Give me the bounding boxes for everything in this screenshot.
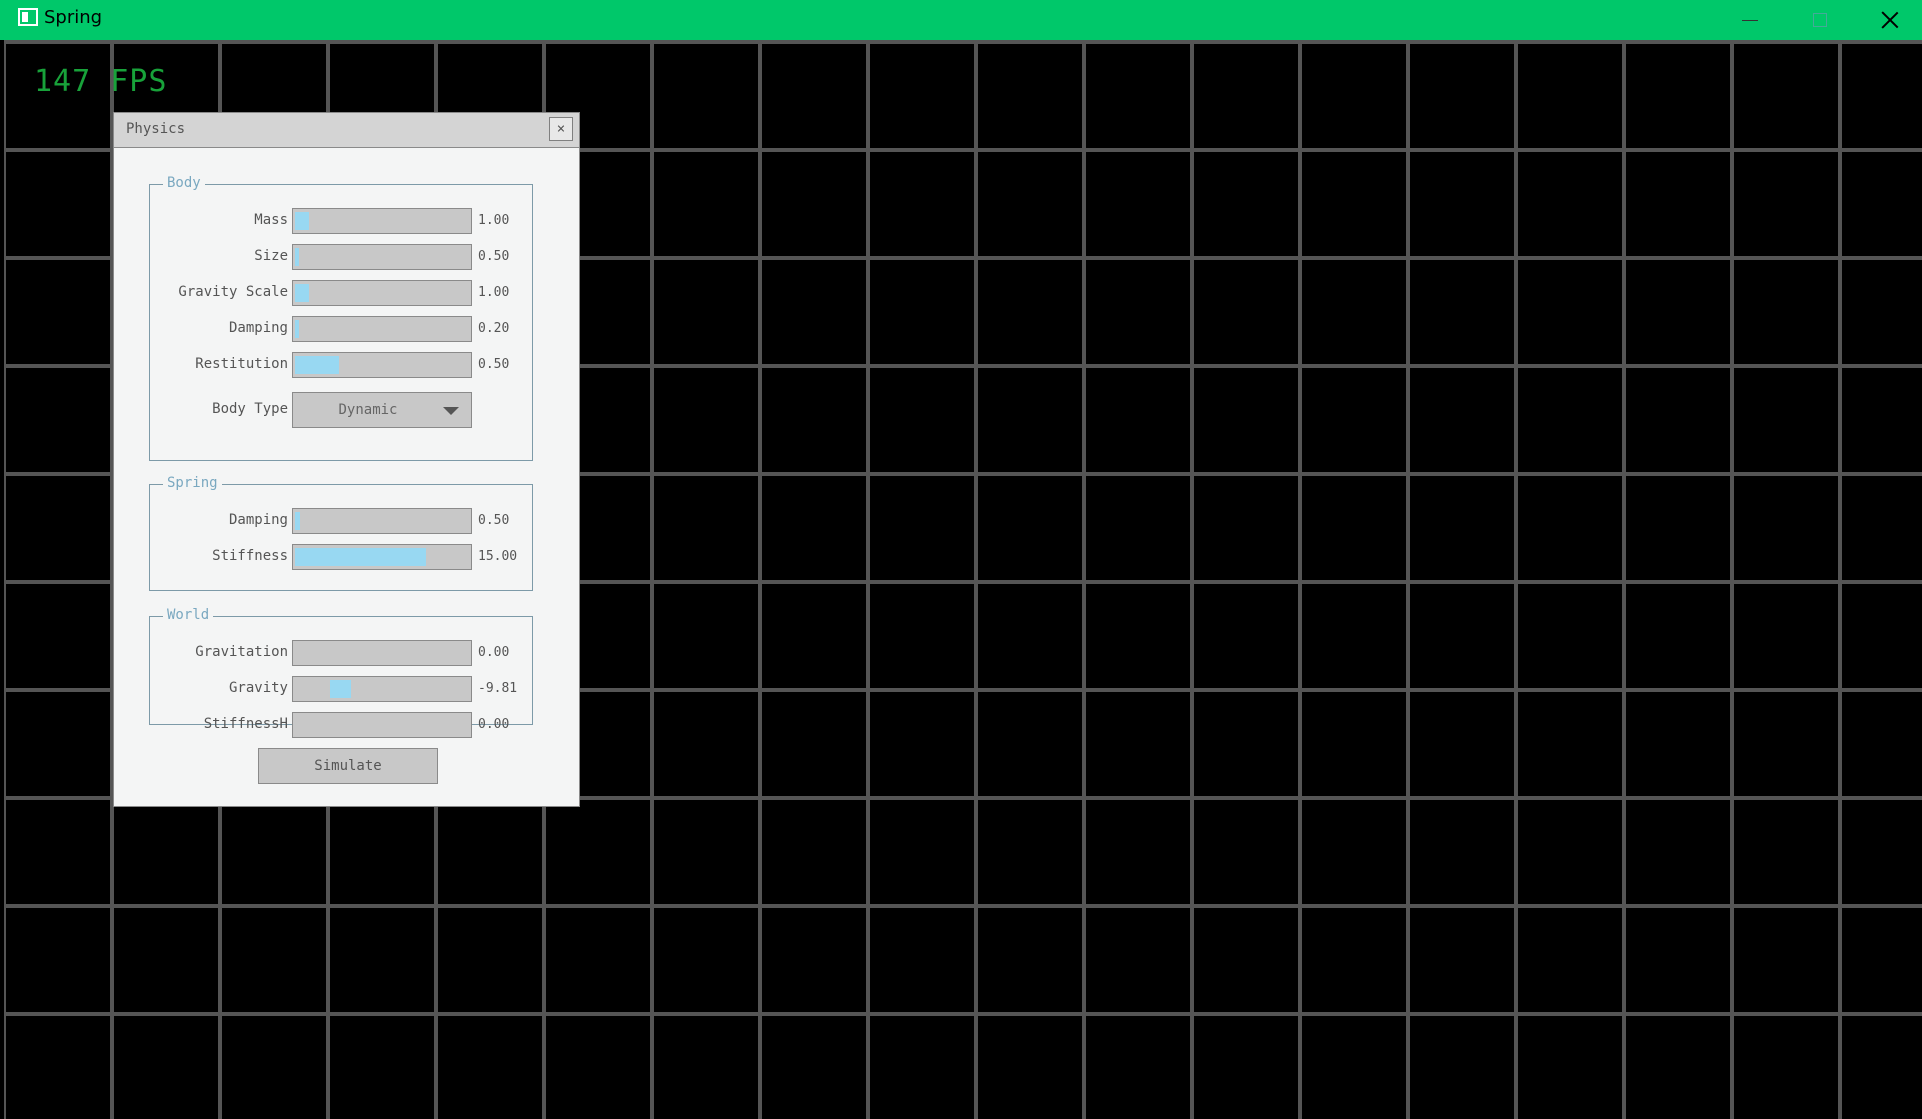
slider-fill [295, 284, 309, 302]
slider-value: 0.50 [478, 357, 510, 372]
group-label-world: World [163, 607, 214, 623]
panel-header[interactable]: Physics × [114, 113, 579, 148]
group-label-spring: Spring [163, 475, 222, 491]
maximize-button[interactable] [1785, 0, 1855, 40]
body-row-restitution: Restitution 0.50 [150, 352, 534, 378]
spring-stiffness-slider[interactable] [292, 544, 472, 570]
group-body: Body Mass 1.00 Size 0.50 Gravity Scale 1.00 Da… [149, 175, 534, 461]
slider-label: Stiffness [212, 548, 288, 564]
slider-value: 0.50 [478, 249, 510, 264]
world-gravity-slider[interactable] [292, 676, 472, 702]
slider-label: Gravity Scale [178, 284, 288, 300]
body-type-dropdown[interactable]: Dynamic [292, 392, 472, 428]
slider-value: 15.00 [478, 549, 518, 564]
slider-value: 0.50 [478, 513, 510, 528]
slider-label: Size [254, 248, 288, 264]
window-titlebar[interactable]: Spring [0, 0, 1922, 40]
body-row-damping: Damping 0.20 [150, 316, 534, 342]
slider-value: 0.20 [478, 321, 510, 336]
chevron-down-icon [443, 407, 459, 415]
body-type-value: Dynamic [338, 402, 398, 418]
slider-label: Gravitation [195, 644, 288, 660]
slider-label: Damping [228, 512, 288, 528]
minimize-icon [1742, 19, 1758, 21]
window-close-button[interactable] [1855, 0, 1922, 40]
slider-fill [295, 212, 309, 230]
spring-row-damping: Damping 0.50 [150, 508, 534, 534]
slider-label: Damping [228, 320, 288, 336]
slider-label: StiffnessH [203, 716, 288, 732]
panel-close-button[interactable]: × [549, 117, 573, 141]
body-row-size: Size 0.50 [150, 244, 534, 270]
slider-label: Mass [254, 212, 288, 228]
window-title: Spring [44, 7, 103, 28]
body-mass-slider[interactable] [292, 208, 472, 234]
slider-fill [295, 320, 299, 338]
slider-value: 0.00 [478, 645, 510, 660]
close-icon [1881, 11, 1899, 29]
spring-row-stiffness: Stiffness 15.00 [150, 544, 534, 570]
slider-value: -9.81 [478, 681, 518, 696]
close-icon: × [556, 121, 566, 137]
minimize-button[interactable] [1715, 0, 1785, 40]
group-label-body: Body [163, 175, 205, 191]
body-row-gravity-scale: Gravity Scale 1.00 [150, 280, 534, 306]
body-gravity-scale-slider[interactable] [292, 280, 472, 306]
slider-fill [295, 548, 426, 566]
body-restitution-slider[interactable] [292, 352, 472, 378]
panel-title: Physics [126, 121, 186, 137]
app-icon [18, 8, 38, 26]
world-row-gravitation: Gravitation 0.00 [150, 640, 534, 666]
slider-label: Gravity [228, 680, 288, 696]
body-type-row: Body Type Dynamic [150, 392, 534, 428]
group-spring: Spring Damping 0.50 Stiffness 15.00 [149, 475, 534, 591]
world-gravitation-slider[interactable] [292, 640, 472, 666]
body-damping-slider[interactable] [292, 316, 472, 342]
slider-value: 1.00 [478, 285, 510, 300]
world-stiffnessh-slider[interactable] [292, 712, 472, 738]
slider-value: 1.00 [478, 213, 510, 228]
slider-label: Restitution [195, 356, 288, 372]
slider-fill [329, 680, 351, 698]
spring-damping-slider[interactable] [292, 508, 472, 534]
world-row-stiffnessh: StiffnessH 0.00 [150, 712, 534, 738]
slider-fill [295, 248, 299, 266]
fps-counter: 147 FPS [34, 64, 168, 99]
world-row-gravity: Gravity -9.81 [150, 676, 534, 702]
group-world: World Gravitation 0.00 Gravity -9.81 Stiffne… [149, 607, 534, 738]
body-size-slider[interactable] [292, 244, 472, 270]
maximize-icon [1813, 13, 1827, 27]
slider-value: 0.00 [478, 717, 510, 732]
physics-panel[interactable]: Physics × Body Mass 1.00 Size 0.50 Gravity S… [113, 112, 580, 807]
body-type-label: Body Type [212, 401, 288, 417]
slider-fill [295, 356, 339, 374]
simulate-button[interactable]: Simulate [258, 748, 438, 784]
body-row-mass: Mass 1.00 [150, 208, 534, 234]
slider-fill [295, 512, 301, 530]
